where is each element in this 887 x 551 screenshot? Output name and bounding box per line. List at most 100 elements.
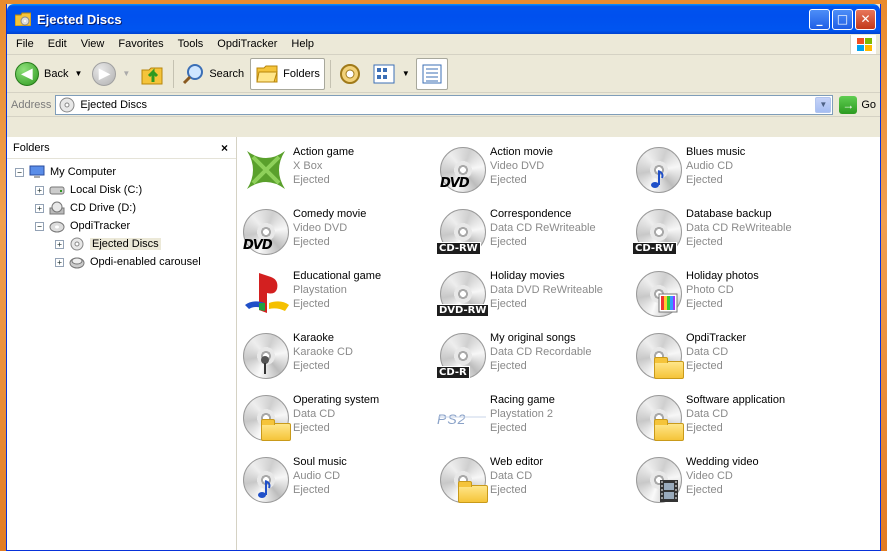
tree-node[interactable]: + CD Drive (D:) — [7, 199, 236, 217]
folders-icon — [256, 65, 278, 82]
forward-dropdown-icon[interactable]: ▼ — [122, 69, 130, 78]
menu-help[interactable]: Help — [284, 38, 321, 50]
close-button[interactable]: ✕ — [855, 8, 876, 30]
disc-item-status: Ejected — [490, 360, 527, 372]
svg-text:PS2: PS2 — [437, 411, 466, 427]
folder-icon — [654, 357, 684, 379]
search-icon — [183, 63, 204, 84]
disc-item[interactable]: Operating system Data CD Ejected — [239, 391, 436, 453]
back-arrow-icon: ◀ — [15, 61, 39, 86]
menu-file[interactable]: File — [9, 38, 41, 50]
folders-button[interactable]: Folders — [250, 57, 325, 90]
disc-item-type: Data CD — [686, 346, 729, 358]
cd-r-icon: CD-R — [436, 329, 490, 383]
up-folder-button[interactable] — [136, 58, 168, 90]
disc-item-type: Audio CD — [293, 470, 341, 482]
tree-node[interactable]: − My Computer — [7, 163, 236, 181]
disc-item[interactable]: DVD-RW Holiday movies Data DVD ReWriteable… — [436, 267, 632, 329]
address-input[interactable]: Ejected Discs ▼ — [55, 94, 834, 115]
content-area: Folders × − My Computer + Local Disk (C:) + C… — [7, 137, 880, 550]
disc-item-type: Data CD — [686, 408, 729, 420]
folders-label: Folders — [283, 67, 320, 80]
expand-icon[interactable]: + — [35, 203, 44, 213]
collapse-icon[interactable]: − — [15, 167, 24, 177]
disc-item[interactable]: CD-R My original songs Data CD Recordable E… — [436, 329, 632, 391]
close-pane-icon[interactable]: × — [221, 141, 228, 155]
back-dropdown-icon[interactable]: ▼ — [74, 69, 82, 78]
disc-item-text: Racing game Playstation 2 Ejected — [490, 391, 555, 435]
data-cd-icon — [632, 391, 686, 445]
search-button[interactable]: Search — [177, 58, 248, 90]
menu-edit[interactable]: Edit — [41, 38, 74, 50]
disc-item-status: Ejected — [293, 422, 330, 434]
disc-item-name: Operating system — [293, 394, 380, 406]
expand-icon[interactable]: + — [35, 185, 44, 195]
disc-item[interactable]: DVD Action movie Video DVD Ejected — [436, 143, 632, 205]
menu-opditracker[interactable]: OpdiTracker — [210, 38, 284, 50]
address-bar: Address Ejected Discs ▼ → Go — [7, 93, 880, 117]
folders-pane-header: Folders × — [7, 137, 236, 159]
menu-tools[interactable]: Tools — [171, 38, 211, 50]
disc-item-status: Ejected — [686, 236, 723, 248]
disc-item[interactable]: CD-RW Correspondence Data CD ReWriteable Ej… — [436, 205, 632, 267]
disc-item[interactable]: Soul music Audio CD Ejected — [239, 453, 436, 515]
disc-item-status: Ejected — [686, 298, 723, 310]
disc-item[interactable]: Educational game Playstation Ejected — [239, 267, 436, 329]
disc-item[interactable]: Wedding video Video CD Ejected — [632, 453, 828, 515]
tree-node[interactable]: + Opdi-enabled carousel — [7, 253, 236, 271]
tree-node-label: Local Disk (C:) — [70, 184, 143, 196]
disc-item-name: Karaoke — [293, 332, 334, 344]
disc-item[interactable]: OpdiTracker Data CD Ejected — [632, 329, 828, 391]
menu-view[interactable]: View — [74, 38, 112, 50]
tree-node-label: CD Drive (D:) — [70, 202, 136, 214]
expand-icon[interactable]: + — [55, 239, 64, 249]
views-button[interactable]: ▼ — [368, 58, 414, 90]
disc-item[interactable]: DVD Comedy movie Video DVD Ejected — [239, 205, 436, 267]
collapse-icon[interactable]: − — [35, 221, 44, 231]
back-button[interactable]: ◀ Back ▼ — [11, 58, 86, 90]
tree-node-label: Opdi-enabled carousel — [90, 256, 201, 268]
go-button[interactable]: → Go — [839, 95, 876, 114]
tree-node[interactable]: + Local Disk (C:) — [7, 181, 236, 199]
window-title: Ejected Discs — [37, 11, 122, 27]
minimize-button[interactable]: _ — [809, 8, 830, 30]
tree-node[interactable]: − OpdiTracker — [7, 217, 236, 235]
menu-favorites[interactable]: Favorites — [111, 38, 170, 50]
disc-item[interactable]: Web editor Data CD Ejected — [436, 453, 632, 515]
disc-item[interactable]: Karaoke Karaoke CD Ejected — [239, 329, 436, 391]
data-cd-icon — [239, 391, 293, 445]
disc-item[interactable]: Holiday photos Photo CD Ejected — [632, 267, 828, 329]
address-dropdown-icon[interactable]: ▼ — [815, 96, 832, 113]
disc-item-status: Ejected — [293, 298, 330, 310]
views-dropdown-icon[interactable]: ▼ — [402, 69, 410, 78]
disc-item-type: Playstation — [293, 284, 347, 296]
disc-item-status: Ejected — [490, 298, 527, 310]
folder-icon — [261, 419, 291, 441]
disc-item-text: Educational game Playstation Ejected — [293, 267, 381, 311]
dvd-disc-icon: DVD — [436, 143, 490, 197]
disc-item[interactable]: Action game X Box Ejected — [239, 143, 436, 205]
disc-item-name: Correspondence — [490, 208, 572, 220]
disc-item[interactable]: PS2 Racing game Playstation 2 Ejected — [436, 391, 632, 453]
details-view-button[interactable] — [415, 57, 448, 90]
tree-node[interactable]: + Ejected Discs — [7, 235, 236, 253]
menu-bar: File Edit View Favorites Tools OpdiTrack… — [7, 34, 880, 55]
cd-rw-icon: CD-RW — [436, 205, 490, 259]
disc-item-status: Ejected — [293, 174, 330, 186]
disc-item-status: Ejected — [490, 484, 527, 496]
disc-item[interactable]: Blues music Audio CD Ejected — [632, 143, 828, 205]
disc-item[interactable]: Software application Data CD Ejected — [632, 391, 828, 453]
disc-item-text: Holiday movies Data DVD ReWriteable Ejecte… — [490, 267, 603, 311]
maximize-button[interactable]: □ — [832, 8, 853, 30]
title-bar[interactable]: Ejected Discs _ □ ✕ — [7, 4, 880, 34]
disc-item-name: Web editor — [490, 456, 543, 468]
up-folder-icon — [141, 67, 163, 84]
cd-rw-icon: CD-RW — [632, 205, 686, 259]
hard-disk-icon — [49, 183, 65, 197]
forward-button[interactable]: ▶ ▼ — [88, 58, 134, 90]
opdi-search-button[interactable] — [334, 58, 366, 90]
dvd-disc-icon: DVD — [239, 205, 293, 259]
disc-item-text: Database backup Data CD ReWriteable Ejecte… — [686, 205, 792, 249]
disc-item[interactable]: CD-RW Database backup Data CD ReWriteable E… — [632, 205, 828, 267]
expand-icon[interactable]: + — [55, 257, 64, 267]
